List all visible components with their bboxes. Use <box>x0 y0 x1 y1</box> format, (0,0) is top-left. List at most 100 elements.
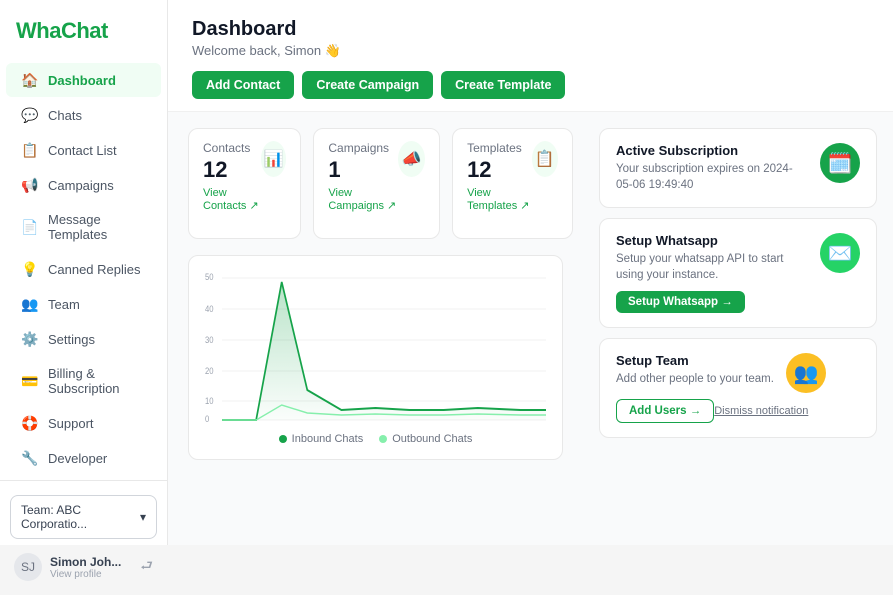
sidebar-item-message-templates[interactable]: 📄Message Templates <box>6 203 161 251</box>
main-content: Dashboard Welcome back, Simon 👋 Add Cont… <box>168 0 893 545</box>
stat-icon-templates: 📋 <box>532 141 558 177</box>
sidebar-item-label: Chats <box>48 108 82 123</box>
whatsapp-content: Setup Whatsapp Setup your whatsapp API t… <box>616 233 808 313</box>
subscription-card: Active Subscription Your subscription ex… <box>599 128 877 208</box>
avatar: SJ <box>14 553 42 581</box>
left-content: Contacts 12 View Contacts ↗ 📊 Campaigns … <box>168 112 583 545</box>
sidebar-item-dashboard[interactable]: 🏠 Dashboard <box>6 63 161 97</box>
dismiss-button[interactable]: Dismiss notification <box>714 405 808 417</box>
subscription-title: Active Subscription <box>616 143 808 158</box>
svg-text:30: 30 <box>205 334 214 345</box>
team-label: Team: ABC Corporatio... <box>21 503 140 531</box>
sidebar-nav: 🏠 Dashboard 💬 Chats 📋 Contact List 📢 Campaigns 📄… <box>0 58 167 480</box>
create-campaign-button[interactable]: Create Campaign <box>302 71 433 99</box>
sidebar-item-label: Canned Replies <box>48 262 141 277</box>
team-desc: Add other people to your team. <box>616 371 774 387</box>
sidebar-item-support[interactable]: 🛟Support <box>6 406 161 440</box>
setup-whatsapp-button[interactable]: Setup Whatsapp → <box>616 291 745 313</box>
sidebar-item-label: Billing & Subscription <box>48 366 145 396</box>
svg-text:40: 40 <box>205 303 214 314</box>
main-body: Contacts 12 View Contacts ↗ 📊 Campaigns … <box>168 112 893 545</box>
settings-icon: ⚙️ <box>22 331 38 347</box>
sidebar-item-settings[interactable]: ⚙️ Settings <box>6 322 161 356</box>
subscription-content: Active Subscription Your subscription ex… <box>616 143 808 193</box>
svg-text:50: 50 <box>205 271 214 282</box>
team-selector[interactable]: Team: ABC Corporatio... ▾ <box>10 495 157 539</box>
stat-info-campaigns: Campaigns 1 View Campaigns ↗ <box>328 141 398 212</box>
stat-label-contacts: Contacts <box>203 141 261 155</box>
sidebar-item-label: Settings <box>48 332 95 347</box>
whatsapp-title: Setup Whatsapp <box>616 233 808 248</box>
add-contact-button[interactable]: Add Contact <box>192 71 294 99</box>
developer-icon: 🔧 <box>22 450 38 466</box>
team-content: Setup Team Add other people to your team… <box>616 353 774 387</box>
campaigns-icon: 📢 <box>22 177 38 193</box>
stats-row: Contacts 12 View Contacts ↗ 📊 Campaigns … <box>188 128 563 239</box>
create-template-button[interactable]: Create Template <box>441 71 565 99</box>
svg-text:10: 10 <box>205 395 214 406</box>
sidebar-item-contact-list[interactable]: 📋 Contact List <box>6 133 161 167</box>
sidebar: WhaChat 🏠 Dashboard 💬 Chats 📋 Contact List 📢 Ca… <box>0 0 168 545</box>
team-card-top: Setup Team Add other people to your team… <box>616 353 826 393</box>
subscription-desc: Your subscription expires on 2024-05-06 … <box>616 161 808 193</box>
sidebar-item-label: Team <box>48 297 80 312</box>
sidebar-item-campaigns[interactable]: 📢 Campaigns <box>6 168 161 202</box>
sidebar-item-label: Message Templates <box>48 212 145 242</box>
chart-legend: Inbound Chats Outbound Chats <box>205 433 546 445</box>
user-sub-label[interactable]: View profile <box>50 569 132 580</box>
sidebar-item-canned-replies[interactable]: 💡 Canned Replies <box>6 252 161 286</box>
sidebar-item-label: Campaigns <box>48 178 114 193</box>
sidebar-item-label: Contact List <box>48 143 117 158</box>
add-users-button[interactable]: Add Users → <box>616 399 714 423</box>
outbound-label: Outbound Chats <box>392 433 472 445</box>
whatsapp-card: Setup Whatsapp Setup your whatsapp API t… <box>599 218 877 328</box>
sidebar-bottom: Team: ABC Corporatio... ▾ SJ Simon Joh..… <box>0 480 167 595</box>
stat-info-contacts: Contacts 12 View Contacts ↗ <box>203 141 261 212</box>
sidebar-item-chats[interactable]: 💬 Chats <box>6 98 161 132</box>
chart-card: 50 40 30 20 10 0 <box>188 255 563 460</box>
sidebar-item-label: Support <box>48 416 94 431</box>
stat-link-templates[interactable]: View Templates ↗ <box>467 187 532 212</box>
user-row: SJ Simon Joh... View profile ⮐ <box>0 545 167 587</box>
team-title: Setup Team <box>616 353 774 368</box>
sidebar-item-label: Developer <box>48 451 107 466</box>
svg-text:0: 0 <box>205 413 210 424</box>
contact-list-icon: 📋 <box>22 142 38 158</box>
team-icon: 👥 <box>786 353 826 393</box>
stat-info-templates: Templates 12 View Templates ↗ <box>467 141 532 212</box>
team-card: Setup Team Add other people to your team… <box>599 338 877 438</box>
sidebar-item-billing[interactable]: 💳 Billing & Subscription <box>6 357 161 405</box>
stat-label-templates: Templates <box>467 141 532 155</box>
dashboard-icon: 🏠 <box>22 72 38 88</box>
logo: WhaChat <box>0 0 167 58</box>
stat-link-campaigns[interactable]: View Campaigns ↗ <box>328 187 398 212</box>
canned-replies-icon: 💡 <box>22 261 38 277</box>
chart-svg: 50 40 30 20 10 0 <box>205 270 546 425</box>
user-name: Simon Joh... <box>50 555 132 569</box>
team-icon: 👥 <box>22 296 38 312</box>
sidebar-item-label: Dashboard <box>48 73 116 88</box>
chart-area: 50 40 30 20 10 0 <box>205 270 546 425</box>
stat-value-campaigns: 1 <box>328 157 398 183</box>
sidebar-item-developer[interactable]: 🔧 Developer <box>6 441 161 475</box>
whatsapp-desc: Setup your whatsapp API to start using y… <box>616 251 808 283</box>
whatsapp-icon: ✉️ <box>820 233 860 273</box>
stat-icon-campaigns: 📣 <box>398 141 425 177</box>
stat-value-templates: 12 <box>467 157 532 183</box>
legend-inbound: Inbound Chats <box>279 433 364 445</box>
sidebar-item-team[interactable]: 👥 Team <box>6 287 161 321</box>
whatsapp-action: Setup Whatsapp → <box>616 291 808 313</box>
svg-text:20: 20 <box>205 365 214 376</box>
chevron-down-icon: ▾ <box>140 510 146 524</box>
billing-icon: 💳 <box>22 373 38 389</box>
inbound-dot <box>279 435 287 443</box>
chats-icon: 💬 <box>22 107 38 123</box>
main-header: Dashboard Welcome back, Simon 👋 Add Cont… <box>168 0 893 112</box>
logout-icon[interactable]: ⮐ <box>140 555 153 579</box>
stat-link-contacts[interactable]: View Contacts ↗ <box>203 187 261 212</box>
team-footer: Add Users → Dismiss notification <box>616 399 808 423</box>
stat-label-campaigns: Campaigns <box>328 141 398 155</box>
page-title: Dashboard <box>192 18 869 41</box>
outbound-dot <box>379 435 387 443</box>
right-panel: Active Subscription Your subscription ex… <box>583 112 893 545</box>
